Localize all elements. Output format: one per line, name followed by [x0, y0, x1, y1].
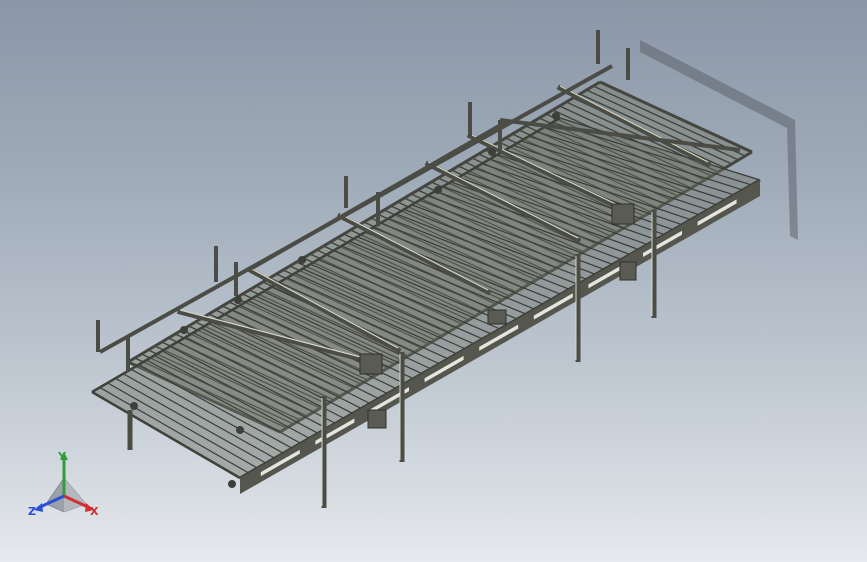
conveyor-assembly-model[interactable]	[0, 0, 867, 562]
x-axis-label: X	[90, 505, 99, 518]
graphics-viewport[interactable]: Y X Z	[0, 0, 867, 562]
z-axis-label: Z	[28, 505, 36, 518]
y-axis-label: Y	[58, 450, 66, 463]
